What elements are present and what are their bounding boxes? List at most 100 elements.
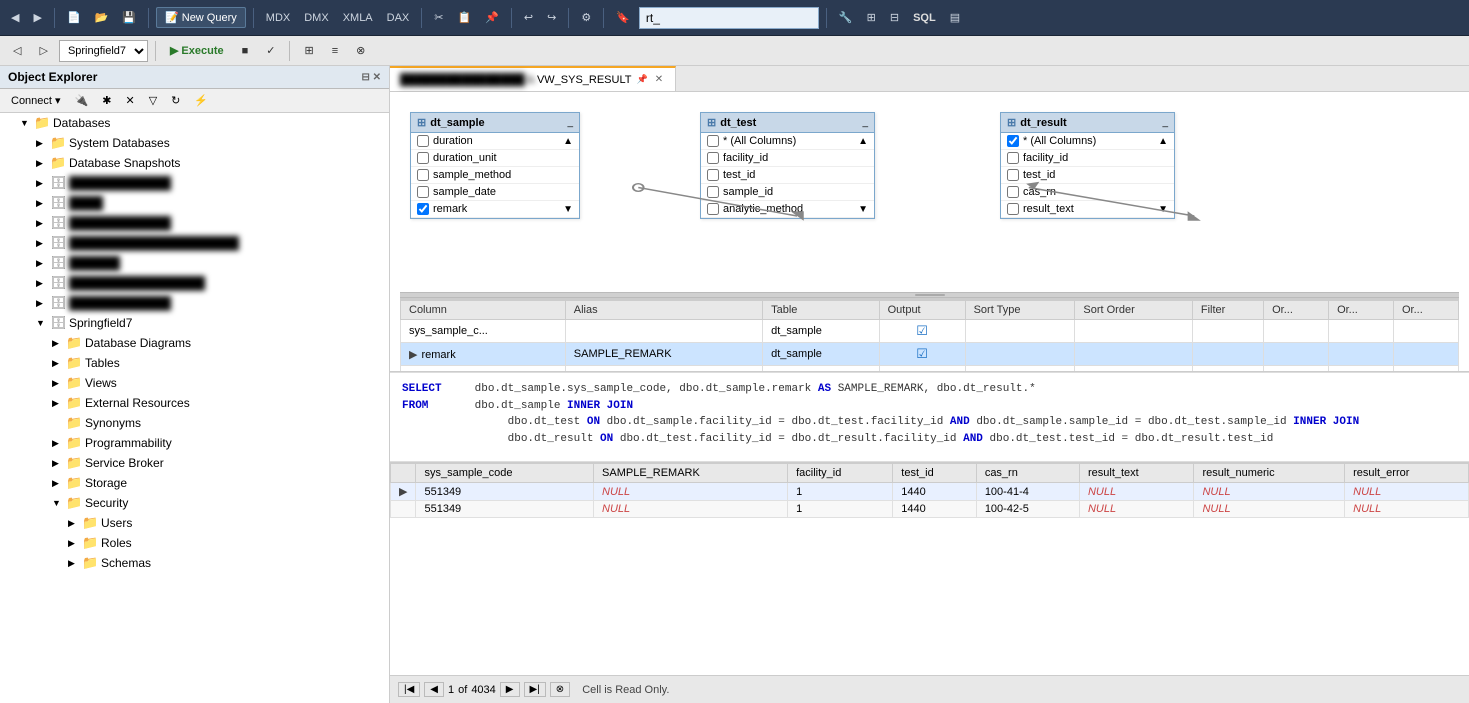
duration-unit-check[interactable]	[417, 152, 429, 164]
all-cols-test-check[interactable]	[707, 135, 719, 147]
nav-stop-btn[interactable]: ⊗	[550, 682, 570, 697]
tree-tables[interactable]: ▶ 📁 Tables	[0, 353, 389, 373]
sql-btn[interactable]: SQL	[908, 10, 941, 26]
nav-prev-btn[interactable]: ◀	[424, 682, 444, 697]
dt-result-minimize[interactable]: _	[1162, 117, 1168, 128]
results-row-2[interactable]: 551349 NULL 1 1440 100-42-5 NULL NULL NU…	[391, 501, 1469, 518]
grid-btn[interactable]: ⊟	[885, 9, 904, 26]
tree-users[interactable]: ▶ 📁 Users	[0, 513, 389, 533]
cr3-or3[interactable]	[1394, 366, 1459, 373]
row1-result-numeric[interactable]: NULL	[1194, 483, 1345, 501]
cr1-column[interactable]: sys_sample_c...	[401, 320, 566, 343]
tree-storage[interactable]: ▶ 📁 Storage	[0, 473, 389, 493]
analytic-sort[interactable]: ▼	[858, 204, 868, 215]
test-id-result-check[interactable]	[1007, 169, 1019, 181]
cr2-or3[interactable]	[1394, 343, 1459, 366]
row1-sys-sample-code[interactable]: 551349	[416, 483, 594, 501]
results-text-btn[interactable]: ≡	[325, 42, 345, 60]
oe-search-btn[interactable]: ⚡	[189, 92, 213, 109]
remark-check[interactable]	[417, 203, 429, 215]
row1-result-text[interactable]: NULL	[1079, 483, 1194, 501]
mdf-btn[interactable]: MDX	[261, 10, 295, 26]
tree-external-resources[interactable]: ▶ 📁 External Resources	[0, 393, 389, 413]
result-text-sort[interactable]: ▼	[1158, 204, 1168, 215]
facility-id-result-check[interactable]	[1007, 152, 1019, 164]
row2-sys-sample-code[interactable]: 551349	[416, 501, 594, 518]
dt-sample-minimize[interactable]: _	[567, 117, 573, 128]
tree-db6[interactable]: ▶ 🗄 ████████████████	[0, 273, 389, 293]
row2-sample-remark[interactable]: NULL	[594, 501, 788, 518]
duration-sort[interactable]: ▲	[563, 136, 573, 147]
test-id-check[interactable]	[707, 169, 719, 181]
field-cas-rn[interactable]: cas_rn	[1001, 184, 1174, 201]
field-duration-unit[interactable]: duration_unit	[411, 150, 579, 167]
criteria-row-2[interactable]: ▶remark SAMPLE_REMARK dt_sample ☑	[401, 343, 1459, 366]
all-cols-result-sort[interactable]: ▲	[1158, 136, 1168, 147]
sql-area[interactable]: SELECT dbo.dt_sample.sys_sample_code, db…	[390, 372, 1469, 462]
tree-system-databases[interactable]: ▶ 📁 System Databases	[0, 133, 389, 153]
results-col-sample-remark[interactable]: SAMPLE_REMARK	[594, 464, 788, 483]
new-query-button[interactable]: 📝 New Query	[156, 7, 246, 28]
cr3-sort-type[interactable]	[965, 366, 1075, 373]
nav-last-btn[interactable]: ▶|	[524, 682, 546, 697]
cr2-output[interactable]: ☑	[879, 343, 965, 366]
open-btn[interactable]: 📂	[90, 9, 114, 26]
field-remark[interactable]: remark ▼	[411, 201, 579, 218]
sample-method-check[interactable]	[417, 169, 429, 181]
oe-filter-btn[interactable]: ▽	[144, 92, 162, 109]
cr2-alias[interactable]: SAMPLE_REMARK	[565, 343, 762, 366]
all-cols-test-sort[interactable]: ▲	[858, 136, 868, 147]
cut-btn[interactable]: ✂	[429, 9, 448, 26]
field-duration[interactable]: duration ▲	[411, 133, 579, 150]
oe-disconnect-btn[interactable]: 🔌	[70, 92, 94, 109]
cr3-alias[interactable]	[565, 366, 762, 373]
remark-sort[interactable]: ▼	[563, 204, 573, 215]
cas-rn-check[interactable]	[1007, 186, 1019, 198]
results-col-facility-id[interactable]: facility_id	[788, 464, 893, 483]
cr2-column[interactable]: ▶remark	[401, 343, 566, 366]
results-col-result-text[interactable]: result_text	[1079, 464, 1194, 483]
cr3-or1[interactable]	[1264, 366, 1329, 373]
field-test-id-result[interactable]: test_id	[1001, 167, 1174, 184]
save-btn[interactable]: 💾	[117, 9, 141, 26]
nav-first-btn[interactable]: |◀	[398, 682, 420, 697]
stop-btn[interactable]: ■	[235, 42, 256, 60]
criteria-row-1[interactable]: sys_sample_c... dt_sample ☑	[401, 320, 1459, 343]
back-btn[interactable]: ◀	[6, 9, 24, 26]
dt-test-minimize[interactable]: _	[862, 117, 868, 128]
nav-next-btn[interactable]: ▶	[500, 682, 520, 697]
xmla-btn[interactable]: XMLA	[338, 10, 378, 26]
all-cols-result-check[interactable]	[1007, 135, 1019, 147]
cr2-sort-type[interactable]	[965, 343, 1075, 366]
tree-db2[interactable]: ▶ 🗄 ████	[0, 193, 389, 213]
field-result-text[interactable]: result_text ▼	[1001, 201, 1174, 218]
paste-btn[interactable]: 📌	[480, 9, 504, 26]
facility-id-test-check[interactable]	[707, 152, 719, 164]
active-tab[interactable]: ████████████████.b.VW_SYS_RESULT 📌 ✕	[390, 66, 676, 91]
forward-btn[interactable]: ▶	[28, 9, 46, 26]
cr1-sort-order[interactable]	[1075, 320, 1192, 343]
cr1-or2[interactable]	[1329, 320, 1394, 343]
tree-service-broker[interactable]: ▶ 📁 Service Broker	[0, 453, 389, 473]
cr3-or2[interactable]	[1329, 366, 1394, 373]
bookmark-btn[interactable]: 🔖	[611, 9, 635, 26]
cr1-or3[interactable]	[1394, 320, 1459, 343]
results-btn[interactable]: ▤	[945, 9, 965, 26]
row1-sample-remark[interactable]: NULL	[594, 483, 788, 501]
cr2-or2[interactable]	[1329, 343, 1394, 366]
cr3-check-icon[interactable]: ☑	[916, 369, 928, 372]
field-analytic-method[interactable]: analytic_method ▼	[701, 201, 874, 218]
row1-facility-id[interactable]: 1	[788, 483, 893, 501]
tree-security[interactable]: ▼ 📁 Security	[0, 493, 389, 513]
sample-id-check[interactable]	[707, 186, 719, 198]
results-grid-btn[interactable]: ⊞	[297, 41, 320, 60]
search-input[interactable]	[639, 7, 819, 29]
oe-register-btn[interactable]: ✱	[97, 92, 116, 109]
cr3-table[interactable]: dt_result	[763, 366, 879, 373]
tree-db1[interactable]: ▶ 🗄 ████████████	[0, 173, 389, 193]
tree-db-diagrams[interactable]: ▶ 📁 Database Diagrams	[0, 333, 389, 353]
oe-delete-btn[interactable]: ✕	[120, 92, 139, 109]
cr3-output[interactable]: ☑	[879, 366, 965, 373]
redo-btn[interactable]: ↪	[542, 9, 561, 26]
field-all-cols-test[interactable]: * (All Columns) ▲	[701, 133, 874, 150]
